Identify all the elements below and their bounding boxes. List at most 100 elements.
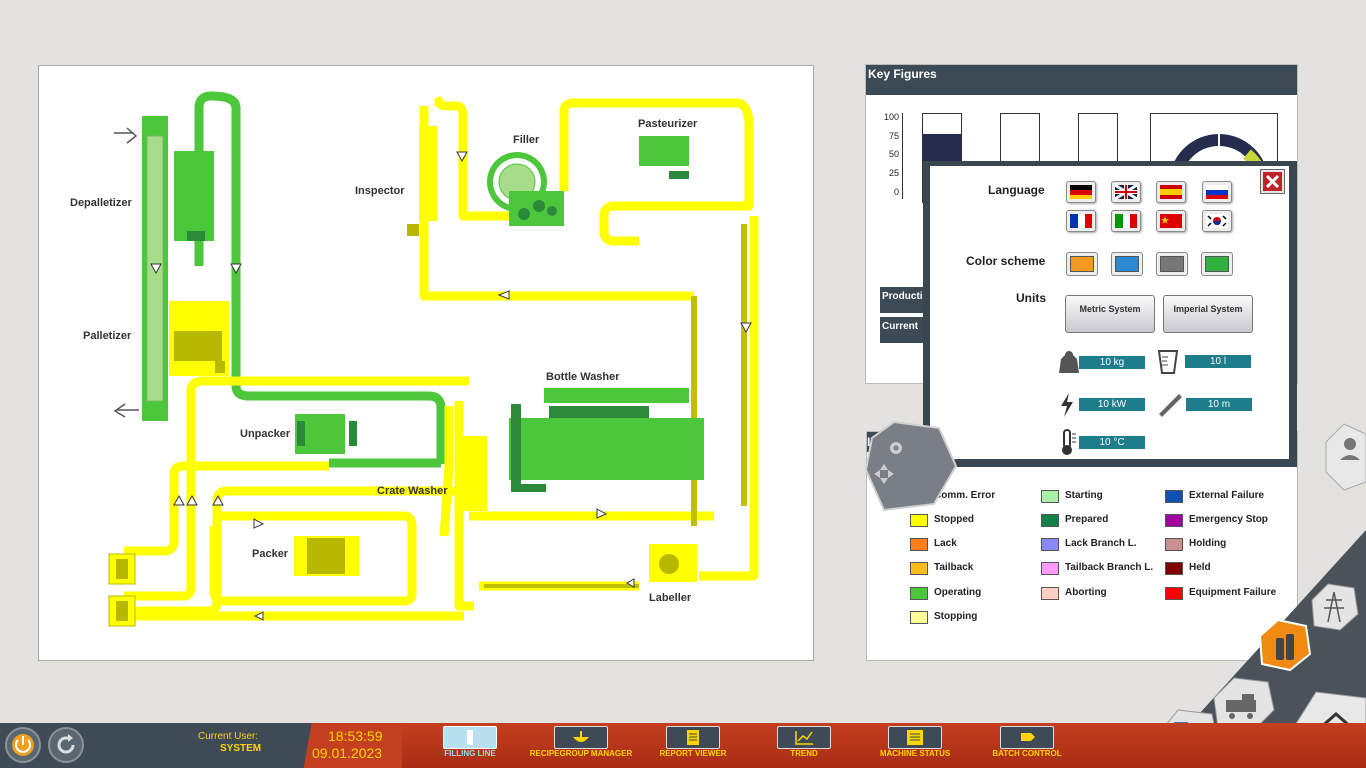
legend-item: Tailback — [910, 562, 1026, 575]
machine-status-icon — [907, 730, 923, 745]
refresh-icon — [57, 734, 75, 754]
label-bottle-washer: Bottle Washer — [546, 371, 620, 383]
power-icon — [1061, 393, 1073, 417]
recipegroup-manager-button[interactable] — [554, 726, 608, 749]
trend-button[interactable] — [777, 726, 831, 749]
color-scheme-gray-button[interactable] — [1156, 252, 1188, 276]
color-swatch — [1115, 256, 1139, 272]
close-icon — [1265, 174, 1280, 189]
bottle-icon — [467, 730, 473, 745]
legend-item: Lack — [910, 538, 1026, 551]
ruler-icon — [1159, 394, 1182, 417]
korean-flag-icon — [1206, 214, 1228, 228]
close-settings-button[interactable] — [1260, 169, 1285, 194]
legend-swatch — [910, 562, 928, 575]
axis-tick: 25 — [888, 168, 899, 178]
flag-italian-button[interactable] — [1111, 210, 1141, 232]
legend-label: Starting — [1065, 490, 1103, 501]
flag-english-button[interactable] — [1111, 181, 1141, 203]
legend-swatch — [910, 611, 928, 624]
power-value: 10 kW — [1079, 398, 1145, 411]
legend-label: Aborting — [1065, 587, 1107, 598]
legend-swatch — [1041, 538, 1059, 551]
legend-item: Operating — [910, 587, 1026, 600]
color-scheme-green-button[interactable] — [1201, 252, 1233, 276]
legend-swatch — [1165, 490, 1183, 503]
color-swatch — [1160, 256, 1184, 272]
line-diagram — [108, 91, 759, 627]
russian-flag-icon — [1206, 185, 1228, 199]
refresh-button[interactable] — [48, 727, 84, 763]
volume-icon — [1157, 350, 1179, 374]
legend-item: Prepared — [1041, 514, 1157, 527]
beverage-nav-button[interactable] — [1258, 618, 1312, 672]
clock-date: 09.01.2023 — [312, 745, 383, 761]
label-unpacker: Unpacker — [240, 428, 291, 440]
language-label: Language — [988, 183, 1045, 197]
legend-item: Lack Branch L. — [1041, 538, 1157, 551]
settings-dialog: Language Color scheme Units Metric Syste… — [923, 161, 1297, 467]
label-packer: Packer — [252, 548, 289, 560]
weight-value: 10 kg — [1079, 356, 1145, 369]
color-scheme-blue-button[interactable] — [1111, 252, 1143, 276]
flag-german-button[interactable] — [1066, 181, 1096, 203]
legend-item: External Failure — [1165, 490, 1281, 503]
legend-swatch — [910, 514, 928, 527]
current-user-label: Current User: — [198, 731, 259, 742]
label-crate-washer: Crate Washer — [377, 485, 448, 497]
axis-tick: 100 — [883, 112, 899, 122]
axis-tick: 75 — [888, 131, 899, 141]
uk-flag-icon — [1115, 185, 1137, 199]
power-icon — [12, 734, 34, 756]
flag-russian-button[interactable] — [1202, 181, 1232, 203]
gear-icon — [890, 442, 902, 454]
legend-label: Stopping — [934, 611, 978, 622]
legend-swatch — [1041, 490, 1059, 503]
legend-label: External Failure — [1189, 490, 1265, 501]
power-grid-button[interactable] — [1310, 582, 1360, 632]
color-swatch — [1070, 256, 1094, 272]
italian-flag-icon — [1115, 214, 1137, 228]
flag-chinese-button[interactable] — [1156, 210, 1186, 232]
flag-french-button[interactable] — [1066, 210, 1096, 232]
trend-icon — [795, 731, 813, 745]
spanish-flag-icon — [1160, 185, 1182, 199]
machine-status-button[interactable] — [888, 726, 942, 749]
recipegroup-manager-label: RECIPEGROUP MANAGER — [529, 749, 633, 758]
color-swatch — [1205, 256, 1229, 272]
current-user-name: SYSTEM — [220, 743, 262, 754]
label-pasteurizer: Pasteurizer — [638, 118, 698, 130]
legend-label: Stopped — [934, 514, 974, 525]
filling-line-button[interactable] — [443, 726, 497, 749]
user-nav-button[interactable] — [1322, 422, 1366, 492]
german-flag-icon — [1070, 185, 1092, 199]
color-scheme-orange-button[interactable] — [1066, 252, 1098, 276]
batch-control-button[interactable] — [1000, 726, 1054, 749]
label-depalletizer: Depalletizer — [70, 197, 132, 209]
flag-korean-button[interactable] — [1202, 210, 1232, 232]
report-viewer-label: REPORT VIEWER — [659, 749, 727, 758]
legend-swatch — [1041, 587, 1059, 600]
label-inspector: Inspector — [355, 185, 405, 197]
chinese-flag-icon — [1160, 214, 1182, 228]
axis-line — [902, 113, 905, 199]
legend-item: Stopped — [910, 514, 1026, 527]
legend-label: Tailback — [934, 562, 974, 573]
legend-label: Lack Branch L. — [1065, 538, 1137, 549]
legend-swatch — [910, 538, 928, 551]
legend-label: Operating — [934, 587, 982, 598]
french-flag-icon — [1070, 214, 1092, 228]
legend-swatch — [1165, 514, 1183, 527]
legend-item: Starting — [1041, 490, 1157, 503]
machine-status-label: MACHINE STATUS — [879, 749, 951, 758]
filling-line-label: FILLING LINE — [444, 749, 496, 758]
flag-spanish-button[interactable] — [1156, 181, 1186, 203]
settings-hex-button[interactable] — [864, 418, 958, 514]
key-figures-title: Key Figures — [866, 65, 1297, 95]
imperial-system-button[interactable]: Imperial System — [1163, 295, 1253, 333]
report-viewer-button[interactable] — [666, 726, 720, 749]
metric-system-button[interactable]: Metric System — [1065, 295, 1155, 333]
report-icon — [687, 730, 699, 745]
power-button[interactable] — [5, 727, 41, 763]
length-value: 10 m — [1186, 398, 1252, 411]
